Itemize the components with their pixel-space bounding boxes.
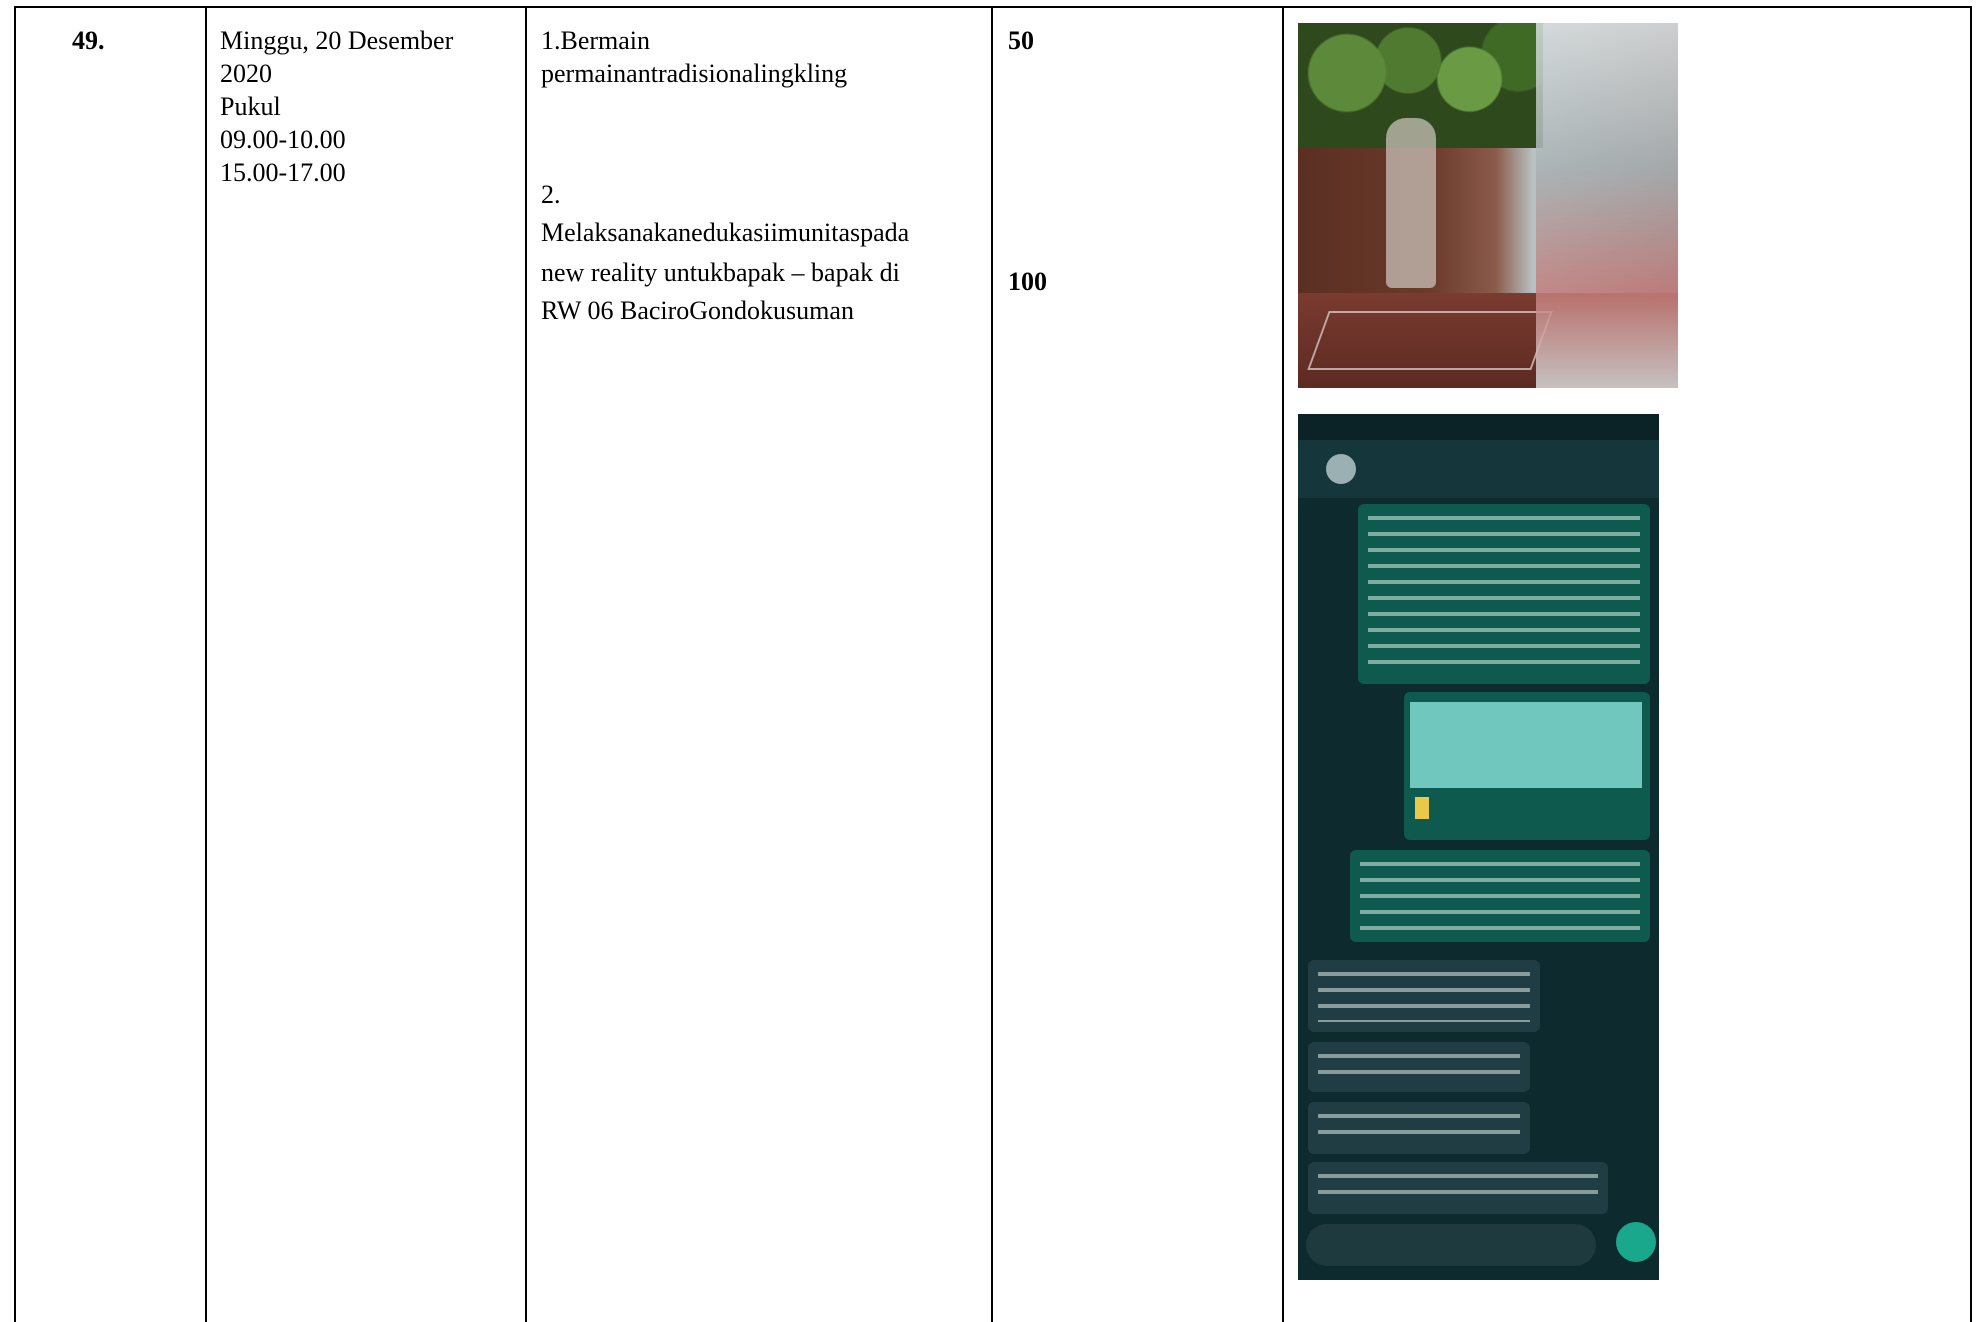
photo-hopscotch-chalk — [1307, 311, 1553, 370]
table-border-left — [14, 8, 16, 1322]
document-icon — [1415, 797, 1429, 819]
value-2: 100 — [1008, 267, 1047, 296]
blurred-message-text — [1318, 1114, 1520, 1144]
blurred-message-text — [1368, 516, 1640, 674]
photo-person — [1386, 118, 1436, 288]
activity-2-line: new reality untukbapak – bapak di — [541, 258, 900, 287]
date-line: Minggu, 20 Desember — [220, 26, 454, 55]
blurred-message-text — [1318, 1174, 1598, 1204]
blurred-message-text — [1360, 862, 1640, 932]
activity-photo — [1298, 23, 1678, 388]
activity-2-line: RW 06 BaciroGondokusuman — [541, 296, 854, 325]
photo-glass-reflection — [1536, 23, 1678, 388]
column-divider-2 — [525, 8, 527, 1322]
activity-2-line: 2. — [541, 180, 561, 209]
group-avatar-icon — [1326, 454, 1356, 484]
mic-icon — [1616, 1222, 1656, 1262]
row-number: 49. — [72, 26, 105, 55]
column-divider-4 — [1282, 8, 1284, 1322]
blurred-message-text — [1318, 972, 1530, 1022]
chat-bubble-incoming — [1308, 1162, 1608, 1214]
chat-bubble-incoming — [1308, 960, 1540, 1032]
column-divider-1 — [205, 8, 207, 1322]
blurred-message-text — [1318, 1054, 1520, 1082]
activity-2-line: Melaksanakanedukasiimunitaspada — [541, 218, 910, 247]
table-border-right — [1970, 8, 1972, 1322]
date-line: 2020 — [220, 59, 272, 88]
date-line: Pukul — [220, 92, 281, 121]
activity-table — [14, 6, 1972, 1322]
value-1: 50 — [1008, 26, 1034, 55]
message-input-bar — [1306, 1224, 1596, 1266]
time-range: 15.00-17.00 — [220, 158, 346, 187]
column-divider-3 — [991, 8, 993, 1322]
chat-bubble-incoming — [1308, 1102, 1530, 1154]
phone-status-bar — [1298, 414, 1659, 440]
activity-1-line: permainantradisionalingkling — [541, 59, 848, 88]
chat-screenshot — [1298, 414, 1659, 1280]
shared-image-thumbnail — [1410, 702, 1642, 788]
chat-bubble-outgoing — [1358, 504, 1650, 684]
activity-1-line: 1.Bermain — [541, 26, 651, 55]
chat-bubble-outgoing — [1350, 850, 1650, 942]
time-range: 09.00-10.00 — [220, 125, 346, 154]
chat-bubble-incoming — [1308, 1042, 1530, 1092]
